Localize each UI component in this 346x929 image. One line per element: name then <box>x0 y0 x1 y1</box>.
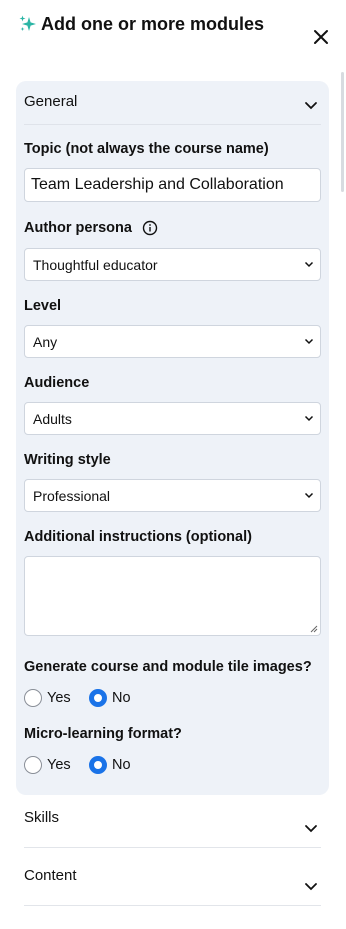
writing-style-value: Professional <box>33 488 111 504</box>
dialog-header: Add one or more modules <box>0 0 346 70</box>
tile-images-yes-radio[interactable] <box>24 689 42 707</box>
author-persona-label: Author persona <box>24 220 132 236</box>
divider <box>24 905 321 906</box>
micro-learning-no-label: No <box>112 757 131 773</box>
micro-learning-yes-radio[interactable] <box>24 756 42 774</box>
divider <box>24 124 321 125</box>
content-section-toggle[interactable]: Content <box>16 848 329 906</box>
chevron-down-icon <box>304 492 314 499</box>
tile-images-no-radio[interactable] <box>89 689 107 707</box>
chevron-down-icon <box>305 825 317 833</box>
topic-input[interactable]: Team Leadership and Collaboration <box>24 168 321 202</box>
topic-label: Topic (not always the course name) <box>24 141 269 157</box>
level-select[interactable]: Any <box>24 325 321 358</box>
resize-handle-icon[interactable] <box>310 625 318 633</box>
chevron-down-icon <box>305 883 317 891</box>
tile-images-yes-label: Yes <box>47 690 71 706</box>
sparkle-icon <box>19 15 36 31</box>
level-value: Any <box>33 334 58 350</box>
chevron-down-icon <box>304 415 314 422</box>
tile-images-label: Generate course and module tile images? <box>24 659 312 675</box>
chevron-down-icon <box>304 261 314 268</box>
general-section-toggle[interactable]: General <box>16 81 329 125</box>
author-persona-value: Thoughtful educator <box>33 257 158 273</box>
chevron-down-icon <box>304 338 314 345</box>
scrollbar[interactable] <box>341 72 344 192</box>
skills-section-label: Skills <box>24 809 60 826</box>
writing-style-label: Writing style <box>24 452 111 468</box>
info-icon[interactable] <box>142 220 158 236</box>
micro-learning-no-radio[interactable] <box>89 756 107 774</box>
level-label: Level <box>24 298 62 314</box>
tile-images-no-label: No <box>112 690 131 706</box>
skills-section-toggle[interactable]: Skills <box>16 790 329 848</box>
general-section-panel: General Topic (not always the course nam… <box>16 81 329 795</box>
close-icon[interactable] <box>310 26 332 48</box>
content-section-label: Content <box>24 867 77 884</box>
audience-value: Adults <box>33 411 72 427</box>
dialog-title: Add one or more modules <box>41 14 265 34</box>
micro-learning-yes-label: Yes <box>47 757 71 773</box>
writing-style-select[interactable]: Professional <box>24 479 321 512</box>
chevron-down-icon <box>305 102 317 110</box>
additional-instructions-label: Additional instructions (optional) <box>24 529 252 545</box>
author-persona-select[interactable]: Thoughtful educator <box>24 248 321 281</box>
general-section-label: General <box>24 93 78 110</box>
additional-instructions-textarea[interactable] <box>24 556 321 636</box>
audience-label: Audience <box>24 375 90 391</box>
micro-learning-label: Micro-learning format? <box>24 726 182 742</box>
audience-select[interactable]: Adults <box>24 402 321 435</box>
